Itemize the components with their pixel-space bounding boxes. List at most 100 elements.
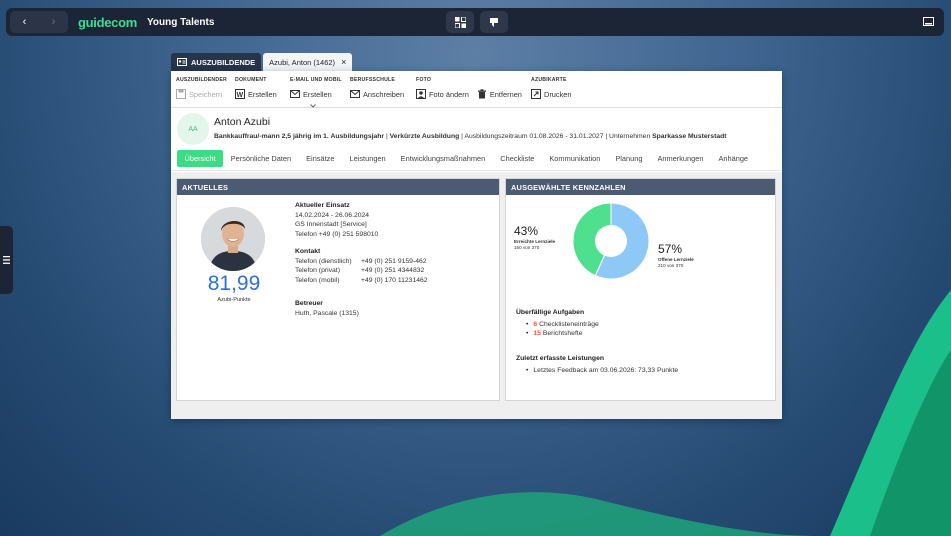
remove-photo-button[interactable]: Entfernen xyxy=(477,89,522,99)
tab-einsaetze[interactable]: Einsätze xyxy=(299,150,342,167)
tab-persoenliche-daten[interactable]: Persönliche Daten xyxy=(223,150,298,167)
chevron-down-icon[interactable] xyxy=(310,104,316,108)
toolbar-group-auszubildender: AUSZUBILDENDER Speichern xyxy=(176,77,227,99)
contact-label: Telefon (dienstlich) xyxy=(295,257,352,265)
navigation-buttons: ‹ › xyxy=(10,11,68,33)
button-label: Speichern xyxy=(189,89,223,99)
email-create-button[interactable]: Erstellen xyxy=(290,89,332,99)
profile-photo xyxy=(201,207,265,271)
nav-tabs: Übersicht Persönliche Daten Einsätze Lei… xyxy=(177,150,756,167)
donut-hole xyxy=(595,225,627,257)
button-label: Erstellen xyxy=(248,89,277,99)
training-type: Verkürzte Ausbildung xyxy=(389,133,460,140)
list-item: Letztes Feedback am 03.06.2026: 73,33 Pu… xyxy=(526,366,678,376)
section-heading: Aktueller Einsatz xyxy=(295,202,350,209)
learning-goals-donut-chart xyxy=(572,202,650,280)
reached-label: Erreichte Lernziele xyxy=(514,239,556,244)
tab-kommunikation[interactable]: Kommunikation xyxy=(542,150,608,167)
company-label: Unternehmen xyxy=(609,133,653,140)
back-button[interactable]: ‹ xyxy=(23,16,27,28)
task-count: 15 xyxy=(533,330,541,337)
tab-person[interactable]: Azubi, Anton (1462) × xyxy=(263,53,353,71)
mail-icon xyxy=(350,90,360,98)
tab-anhaenge[interactable]: Anhänge xyxy=(711,150,756,167)
tab-planung[interactable]: Planung xyxy=(608,150,650,167)
assignment-place: GS Innenstadt [Service] xyxy=(295,221,367,229)
button-label: Drucken xyxy=(544,89,572,99)
section-heading: Zuletzt erfasste Leistungen xyxy=(516,355,604,362)
company-name: Sparkasse Musterstadt xyxy=(652,133,727,140)
contact-label: Telefon (privat) xyxy=(295,267,340,275)
tab-label: AUSZUBILDENDE xyxy=(191,57,256,67)
contact-row: Telefon (mobil) +49 (0) 170 11231462 xyxy=(295,276,428,286)
svg-text:W: W xyxy=(237,92,244,99)
assignment-phone: Telefon +49 (0) 251 598010 xyxy=(295,230,379,238)
tab-uebersicht[interactable]: Übersicht xyxy=(177,150,224,167)
section-heading: Kontakt xyxy=(295,248,321,255)
tab-checkliste[interactable]: Checkliste xyxy=(493,150,542,167)
tab-auszubildende[interactable]: AUSZUBILDENDE xyxy=(171,53,262,71)
contact-info: Kontakt Telefon (dienstlich) +49 (0) 251 … xyxy=(295,247,428,285)
bookmark-button[interactable] xyxy=(480,11,508,33)
contact-value: +49 (0) 251 4344832 xyxy=(361,267,425,275)
document-create-button[interactable]: W Erstellen xyxy=(235,89,277,99)
group-title: AUSZUBILDENDER xyxy=(176,77,227,83)
kennzahlen-panel: AUSGEWÄHLTE KENNZAHLEN 43% Erreichte Ler… xyxy=(505,178,776,401)
list-item[interactable]: 15 Berichtshefte xyxy=(526,329,599,339)
contact-value: +49 (0) 251 9159-462 xyxy=(361,257,427,265)
button-label: Anschreiben xyxy=(363,89,405,99)
group-title: E-MAIL UND MOBIL xyxy=(290,77,342,83)
panel-title: AKTUELLES xyxy=(177,179,499,195)
dashboard-icon xyxy=(454,16,466,28)
training-period: Ausbildungszeitraum 01.08.2026 - 31.01.2… xyxy=(464,133,604,140)
person-description: Bankkauffrau/-mann 2,5 jährig im 1. Ausb… xyxy=(214,133,727,140)
top-bar: ‹ › guidecom Young Talents xyxy=(6,8,944,36)
toolbar-group-dokument: DOKUMENT W Erstellen xyxy=(235,77,277,99)
open-label: Offene Lernziele xyxy=(658,257,694,262)
anschreiben-button[interactable]: Anschreiben xyxy=(350,89,404,99)
task-count: 6 xyxy=(533,320,538,328)
group-title: FOTO xyxy=(416,77,432,83)
print-icon xyxy=(531,89,541,99)
panel-title: AUSGEWÄHLTE KENNZAHLEN xyxy=(506,179,775,195)
tab-anmerkungen[interactable]: Anmerkungen xyxy=(650,150,711,167)
word-icon: W xyxy=(235,89,245,99)
azubi-score: 81,99 xyxy=(207,272,261,295)
supervisor-info: Betreuer Huth, Pascale (1315) xyxy=(295,299,359,318)
person-photo-icon xyxy=(201,207,265,271)
toolbar-group-foto: FOTO Foto ändern Entfernen xyxy=(416,77,522,99)
reached-percentage: 43% xyxy=(514,224,539,238)
tab-entwicklungsmassnahmen[interactable]: Entwicklungsmaßnahmen xyxy=(393,150,493,167)
contact-row: Telefon (privat) +49 (0) 251 4344832 xyxy=(295,266,428,276)
window-button[interactable] xyxy=(923,15,934,33)
dashboard-button[interactable] xyxy=(446,11,474,33)
trash-icon xyxy=(477,89,486,99)
id-card-icon xyxy=(177,58,187,66)
task-label: Berichtshefte xyxy=(542,330,583,337)
azubi-score-label: Azubi-Punkte xyxy=(217,297,251,303)
change-photo-button[interactable]: Foto ändern xyxy=(416,89,469,99)
photo-icon xyxy=(416,89,426,99)
sidebar-toggle[interactable] xyxy=(0,226,13,294)
save-button[interactable]: Speichern xyxy=(176,89,222,99)
section-heading: Überfällige Aufgaben xyxy=(516,309,585,316)
flag-icon xyxy=(490,17,498,27)
toolbar-group-berufsschule: BERUFSSCHULE Anschreiben xyxy=(350,77,404,99)
task-label: Checklisteneinträge xyxy=(539,320,599,328)
tab-leistungen[interactable]: Leistungen xyxy=(342,150,393,167)
contact-value: +49 (0) 170 11231462 xyxy=(361,276,428,284)
mail-icon xyxy=(290,90,300,98)
reached-legend: Erreichte Lernziele 160 von 370 xyxy=(514,239,555,251)
list-item[interactable]: 6 Checklisteneinträge xyxy=(526,320,599,330)
monitor-icon xyxy=(923,17,934,26)
button-label: Erstellen xyxy=(303,89,332,99)
forward-button[interactable]: › xyxy=(52,16,56,28)
assignment-dates: 14.02.2024 - 26.06.2024 xyxy=(295,211,370,219)
print-button[interactable]: Drucken xyxy=(531,89,572,99)
tab-label: Azubi, Anton (1462) xyxy=(269,57,336,67)
open-percentage: 57% xyxy=(658,242,683,256)
recent-performance: Zuletzt erfasste Leistungen Letztes Feed… xyxy=(516,354,678,375)
last-feedback: Letztes Feedback am 03.06.2026: 73,33 Pu… xyxy=(533,366,679,374)
close-icon[interactable]: × xyxy=(341,57,346,67)
brand-logo: guidecom xyxy=(78,14,137,30)
